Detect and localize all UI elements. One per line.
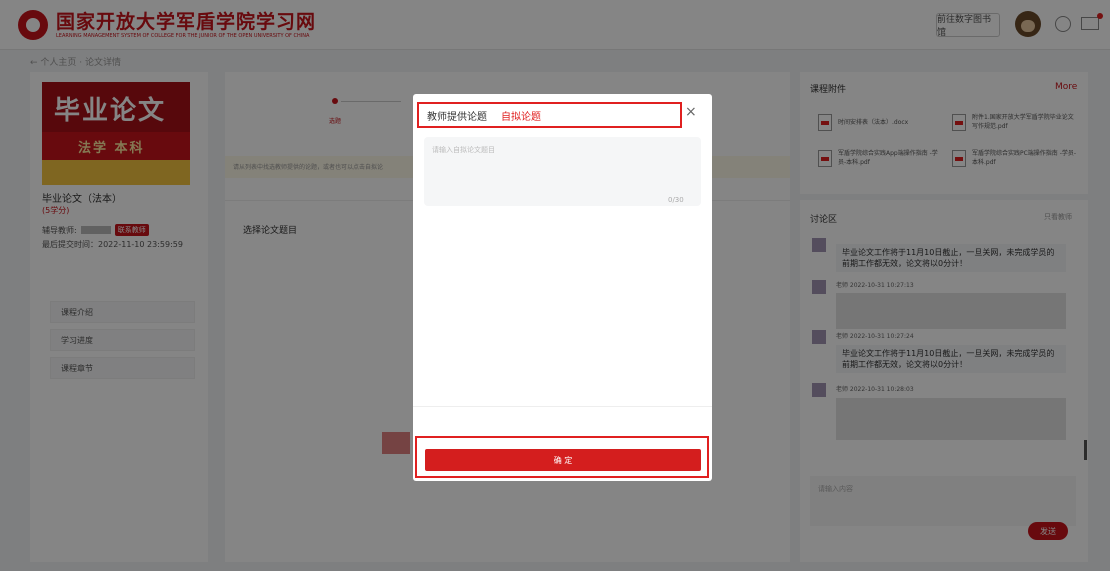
char-counter: 0/30 [668, 196, 684, 204]
confirm-button[interactable]: 确 定 [425, 449, 701, 471]
topic-modal: 教师提供论题 自拟论题 × 请输入自拟论文题目 0/30 确 定 [413, 94, 712, 481]
divider [413, 406, 712, 407]
tab-custom-topic[interactable]: 自拟论题 [501, 108, 541, 123]
close-icon[interactable]: × [685, 104, 697, 120]
tab-teacher-topic[interactable]: 教师提供论题 [427, 108, 487, 123]
tabs-highlight: 教师提供论题 自拟论题 [417, 102, 682, 128]
confirm-highlight: 确 定 [415, 436, 709, 478]
custom-topic-input[interactable]: 请输入自拟论文题目 [424, 137, 701, 206]
